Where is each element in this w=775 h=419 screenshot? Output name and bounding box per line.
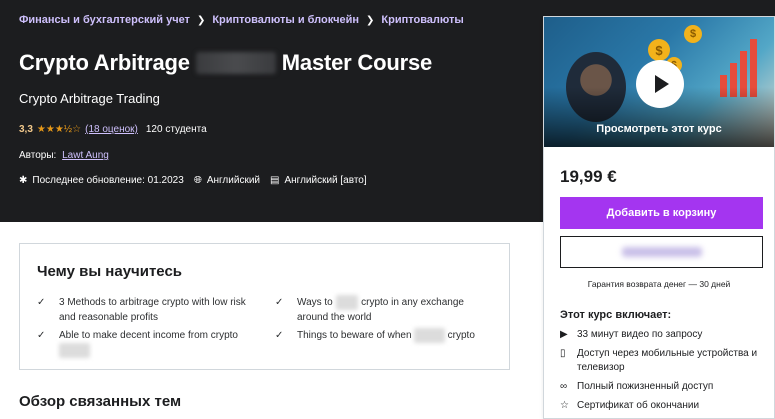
- authors: Авторы: Lawt Aung: [19, 150, 109, 161]
- authors-label: Авторы:: [19, 150, 57, 161]
- list-item: ▯ Доступ через мобильные устройства и те…: [560, 348, 758, 373]
- rating-value: 3,3: [19, 124, 33, 135]
- learn-title: Чему вы научитесь: [37, 263, 183, 280]
- language: Английский: [206, 175, 260, 186]
- coin-icon: $: [684, 25, 702, 43]
- what-you-will-learn: Чему вы научитесь ✓ 3 Methods to arbitra…: [19, 243, 510, 370]
- add-to-cart-button[interactable]: Добавить в корзину: [560, 197, 763, 229]
- price: 19,99 €: [560, 167, 617, 186]
- mobile-icon: ▯: [560, 348, 566, 359]
- last-updated: Последнее обновление: 01.2023: [32, 175, 184, 186]
- coin-icon: $: [648, 39, 670, 61]
- blurred-word: trading: [59, 343, 90, 358]
- purchase-sidebar: $ $ $ Просмотреть этот курс 19,99 € Доба…: [543, 16, 775, 419]
- check-icon: ✓: [37, 297, 46, 308]
- course-title: Crypto Arbitrage Master Course: [19, 50, 432, 76]
- related-topics-title: Обзор связанных тем: [19, 393, 182, 410]
- author-link[interactable]: Lawt Aung: [62, 150, 109, 161]
- buy-now-button[interactable]: [560, 236, 763, 268]
- reviews-link[interactable]: (18 оценок): [85, 124, 138, 135]
- money-back-guarantee: Гарантия возврата денег — 30 дней: [587, 279, 731, 289]
- trophy-icon: ☆: [560, 400, 569, 411]
- course-preview[interactable]: $ $ $ Просмотреть этот курс: [544, 17, 774, 147]
- learn-list-right: ✓ Ways to trade crypto in any exchange a…: [275, 295, 495, 346]
- chevron-right-icon: ❯: [196, 14, 206, 26]
- breadcrumb-item-crypto-blockchain[interactable]: Криптовалюты и блокчейн: [212, 14, 359, 26]
- captions: Английский [авто]: [284, 175, 367, 186]
- list-item: ✓ 3 Methods to arbitrage crypto with low…: [37, 297, 246, 323]
- course-meta: ✱ Последнее обновление: 01.2023 🌐︎ Англи…: [19, 175, 377, 186]
- globe-icon: 🌐︎: [193, 175, 202, 186]
- check-icon: ✓: [275, 297, 284, 308]
- rating-row: 3,3 ★★★½☆ (18 оценок) 120 студента: [19, 124, 207, 135]
- includes-title: Этот курс включает:: [560, 309, 672, 321]
- list-item: ✓ Ways to trade crypto in any exchange a…: [275, 295, 464, 323]
- update-icon: ✱: [19, 175, 28, 186]
- video-icon: ▶: [560, 329, 568, 340]
- check-icon: ✓: [275, 330, 284, 341]
- captions-icon: ▤: [270, 175, 280, 186]
- star-rating-icon: ★★★½☆: [36, 124, 82, 135]
- breadcrumb-item-cryptocurrencies[interactable]: Криптовалюты: [381, 14, 463, 26]
- list-item: ✓ Able to make decent income from crypto…: [37, 328, 257, 358]
- preview-label: Просмотреть этот курс: [596, 123, 722, 135]
- list-item: ∞ Полный пожизненный доступ: [560, 381, 714, 392]
- students-count: 120 студента: [145, 124, 207, 135]
- list-item: ▶ 33 минут видео по запросу: [560, 329, 703, 340]
- breadcrumb: Финансы и бухгалтерский учет ❯ Криптовал…: [19, 14, 464, 26]
- play-button[interactable]: [636, 60, 684, 108]
- check-icon: ✓: [37, 330, 46, 341]
- course-title-start: Crypto Arbitrage: [19, 50, 190, 75]
- blurred-word: [195, 52, 276, 74]
- blurred-word: trading: [414, 328, 445, 343]
- course-title-end: Master Course: [281, 50, 433, 75]
- course-subtitle: Crypto Arbitrage Trading: [19, 91, 160, 106]
- blurred-word: trade: [335, 295, 359, 310]
- list-item: ✓ Things to beware of when trading crypt…: [275, 328, 475, 343]
- includes-list: ▶ 33 минут видео по запросу ▯ Доступ чер…: [560, 328, 770, 418]
- infinity-icon: ∞: [560, 381, 568, 392]
- blurred-label: [621, 247, 702, 257]
- play-icon: [655, 75, 669, 93]
- list-item: ☆ Сертификат об окончании: [560, 400, 700, 411]
- breadcrumb-item-finance[interactable]: Финансы и бухгалтерский учет: [19, 14, 190, 26]
- learn-list-left: ✓ 3 Methods to arbitrage crypto with low…: [37, 295, 257, 361]
- chevron-right-icon: ❯: [366, 14, 375, 26]
